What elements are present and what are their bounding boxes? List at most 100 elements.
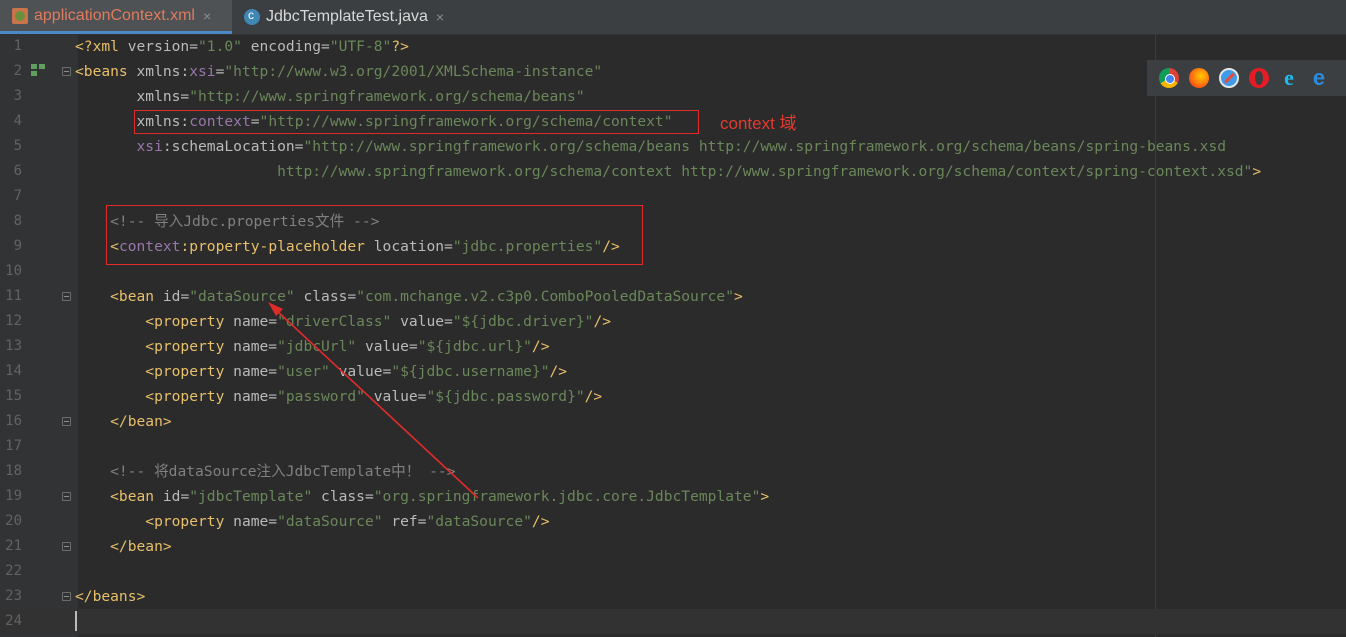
line-number: 21 — [5, 538, 22, 554]
code-token: version= — [127, 38, 199, 55]
xml-file-icon — [12, 7, 28, 24]
code-line[interactable]: 16 </bean> — [0, 409, 1346, 434]
code-token: <property — [75, 313, 234, 330]
code-token: <property — [75, 338, 234, 355]
code-text: <property name="driverClass" value="${jd… — [75, 309, 611, 334]
code-line[interactable]: 23 </beans> — [0, 584, 1346, 609]
java-class-icon — [244, 8, 260, 25]
code-token: xsi — [75, 138, 163, 155]
code-line[interactable]: 21 </bean> — [0, 534, 1346, 559]
code-token: "1.0" — [198, 38, 242, 55]
code-token: id= — [162, 288, 190, 305]
annotation-label: context 域 — [720, 114, 797, 133]
code-line[interactable]: 14 <property name="user" value="${jdbc.u… — [0, 359, 1346, 384]
line-number: 18 — [5, 463, 22, 479]
bean-gutter-icon[interactable] — [31, 64, 46, 76]
line-number: 3 — [13, 88, 22, 104]
edge-icon[interactable]: e — [1309, 67, 1329, 89]
fold-marker-icon[interactable] — [62, 417, 71, 426]
code-line[interactable]: 6 http://www.springframework.org/schema/… — [0, 159, 1346, 184]
code-token: <?xml — [75, 38, 128, 55]
code-token: > — [1252, 163, 1262, 180]
fold-marker-icon[interactable] — [62, 292, 71, 301]
code-token: xsi — [189, 63, 216, 80]
fold-marker-icon[interactable] — [62, 492, 71, 501]
code-token: encoding= — [241, 38, 330, 55]
code-token: value= — [356, 338, 418, 355]
close-tab-icon[interactable]: × — [203, 8, 211, 24]
line-number: 14 — [5, 363, 22, 379]
code-token: "com.mchange.v2.c3p0.ComboPooledDataSour… — [356, 288, 734, 305]
code-line[interactable]: 2 <beans xmlns:xsi="http://www.w3.org/200… — [0, 59, 1346, 84]
editor-tab-bar: applicationContext.xml × JdbcTemplateTes… — [0, 0, 1346, 35]
code-token: xmlns= — [75, 88, 190, 105]
line-number: 13 — [5, 338, 22, 354]
line-number: 16 — [5, 413, 22, 429]
code-line[interactable]: 3 xmlns="http://www.springframework.org/… — [0, 84, 1346, 109]
code-token: "UTF-8" — [329, 38, 392, 55]
tab-application-context[interactable]: applicationContext.xml × — [0, 0, 232, 34]
code-token: class= — [312, 488, 374, 505]
code-token: http://www.springframework.org/schema/co… — [75, 163, 1253, 180]
code-token: "http://www.springframework.org/schema/b… — [189, 88, 585, 105]
code-token: <bean — [75, 288, 163, 305]
code-line[interactable]: 22 — [0, 559, 1346, 584]
line-number: 24 — [5, 613, 22, 629]
internet-explorer-icon[interactable]: e — [1279, 67, 1299, 89]
code-text: </bean> — [75, 409, 172, 434]
code-token: value= — [391, 313, 453, 330]
code-token: value= — [364, 388, 427, 405]
code-line[interactable]: 20 <property name="dataSource" ref="data… — [0, 509, 1346, 534]
line-number: 7 — [13, 188, 22, 204]
code-line[interactable]: 24 — [0, 609, 1346, 634]
code-text: http://www.springframework.org/schema/co… — [75, 159, 1261, 184]
close-tab-icon[interactable]: × — [436, 9, 444, 25]
code-token: name= — [233, 363, 278, 380]
opera-icon[interactable] — [1249, 68, 1269, 88]
tab-jdbc-template-test[interactable]: JdbcTemplateTest.java × — [232, 0, 458, 34]
code-text: <!-- 将dataSource注入JdbcTemplate中！ --> — [75, 459, 455, 484]
code-line[interactable]: 12 <property name="driverClass" value="$… — [0, 309, 1346, 334]
code-line[interactable]: 5 xsi:schemaLocation="http://www.springf… — [0, 134, 1346, 159]
line-number: 10 — [5, 263, 22, 279]
code-token: "driverClass" — [277, 313, 392, 330]
line-number: 23 — [5, 588, 22, 604]
code-token: :schemaLocation= — [162, 138, 304, 155]
code-token: ?> — [391, 38, 409, 55]
safari-icon[interactable] — [1219, 68, 1239, 88]
code-token: /> — [531, 338, 550, 355]
line-number: 12 — [5, 313, 22, 329]
code-token: "jdbcUrl" — [277, 338, 357, 355]
code-token: <beans — [75, 63, 137, 80]
code-text: <property name="password" value="${jdbc.… — [75, 384, 602, 409]
line-number: 1 — [13, 38, 22, 54]
fold-marker-icon[interactable] — [62, 67, 71, 76]
code-token: "http://www.springframework.org/schema/b… — [303, 138, 1227, 155]
code-token: "org.springframework.jdbc.core.JdbcTempl… — [373, 488, 761, 505]
code-token: name= — [233, 338, 278, 355]
code-line[interactable]: 11 <bean id="dataSource" class="com.mcha… — [0, 284, 1346, 309]
fold-marker-icon[interactable] — [62, 542, 71, 551]
text-caret — [75, 611, 77, 631]
code-token: <property — [75, 388, 234, 405]
firefox-icon[interactable] — [1189, 68, 1209, 88]
code-token: "http://www.w3.org/2001/XMLSchema-instan… — [224, 63, 603, 80]
code-line[interactable]: 18 <!-- 将dataSource注入JdbcTemplate中！ --> — [0, 459, 1346, 484]
code-line[interactable]: 17 — [0, 434, 1346, 459]
fold-marker-icon[interactable] — [62, 592, 71, 601]
code-token: value= — [329, 363, 392, 380]
code-text: xsi:schemaLocation="http://www.springfra… — [75, 134, 1227, 159]
code-line[interactable]: 1 <?xml version="1.0" encoding="UTF-8"?> — [0, 34, 1346, 59]
code-token: </bean> — [75, 538, 172, 555]
code-line[interactable]: 15 <property name="password" value="${jd… — [0, 384, 1346, 409]
browser-preview-toolbar: e e — [1147, 60, 1346, 96]
tab-label: applicationContext.xml — [34, 6, 195, 24]
code-token: /> — [584, 388, 603, 405]
line-number: 17 — [5, 438, 22, 454]
line-number: 15 — [5, 388, 22, 404]
code-token: "password" — [277, 388, 365, 405]
code-line[interactable]: 19 <bean id="jdbcTemplate" class="org.sp… — [0, 484, 1346, 509]
code-line[interactable]: 13 <property name="jdbcUrl" value="${jdb… — [0, 334, 1346, 359]
chrome-icon[interactable] — [1159, 68, 1179, 88]
code-token: <property — [75, 363, 234, 380]
